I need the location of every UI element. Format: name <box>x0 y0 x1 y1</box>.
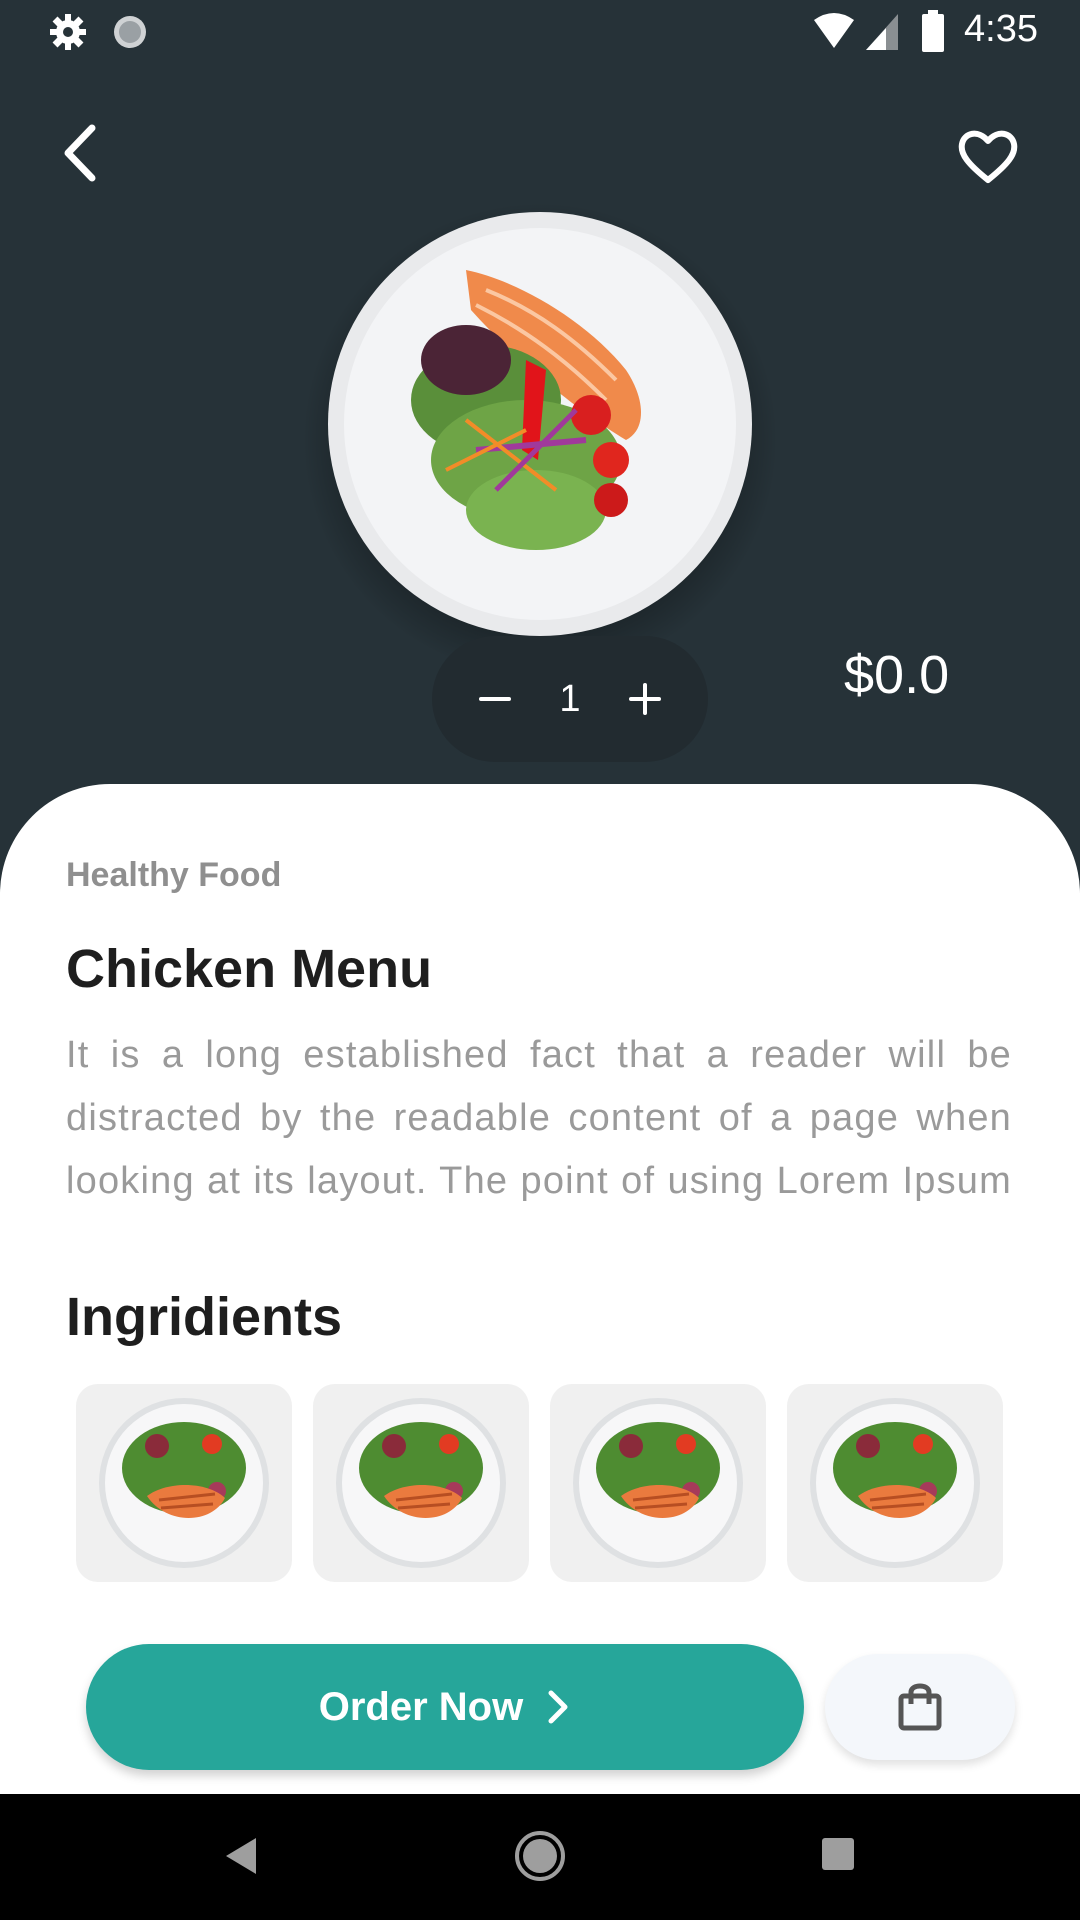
increase-quantity-button[interactable] <box>620 674 670 724</box>
order-now-label: Order Now <box>318 1684 524 1729</box>
salmon-salad-plate-image <box>328 212 752 636</box>
nav-home-icon[interactable] <box>514 1830 566 1882</box>
chevron-right-icon <box>548 1690 568 1724</box>
nav-back-icon[interactable] <box>222 1834 260 1878</box>
salad-plate-image <box>336 1398 506 1568</box>
status-bar: 4:35 <box>0 0 1080 64</box>
system-nav-bar <box>0 1794 1080 1920</box>
ingredient-item[interactable] <box>787 1384 1003 1582</box>
product-description: It is a long established fact that a rea… <box>66 1034 1012 1202</box>
ingredient-item[interactable] <box>550 1384 766 1582</box>
product-category: Healthy Food <box>66 856 282 894</box>
chevron-left-icon <box>64 124 96 182</box>
order-now-button[interactable]: Order Now <box>86 1644 804 1770</box>
quantity-value: 1 <box>559 677 581 720</box>
ingredients-list <box>76 1384 1006 1584</box>
ingredient-item[interactable] <box>76 1384 292 1582</box>
salad-plate-image <box>810 1398 980 1568</box>
product-price: $0.0 <box>844 645 950 705</box>
shopping-bag-icon <box>898 1683 942 1731</box>
salad-plate-image <box>99 1398 269 1568</box>
ingredients-heading: Ingridients <box>66 1287 343 1347</box>
cart-button[interactable] <box>825 1654 1015 1760</box>
nav-recents-icon[interactable] <box>820 1836 856 1872</box>
sync-icon <box>114 16 146 48</box>
heart-outline-icon <box>958 130 1018 183</box>
signal-icon <box>866 14 898 50</box>
status-time: 4:35 <box>964 8 1038 50</box>
plus-icon <box>628 683 661 715</box>
quantity-stepper: 1 <box>432 636 708 762</box>
back-button[interactable] <box>54 118 114 188</box>
battery-icon <box>922 10 944 52</box>
decrease-quantity-button[interactable] <box>470 674 520 724</box>
favorite-button[interactable] <box>956 124 1020 188</box>
salad-plate-image <box>573 1398 743 1568</box>
ingredient-item[interactable] <box>313 1384 529 1582</box>
product-title: Chicken Menu <box>66 939 433 999</box>
settings-icon <box>50 14 86 50</box>
minus-icon <box>479 697 511 701</box>
wifi-icon <box>814 13 854 48</box>
